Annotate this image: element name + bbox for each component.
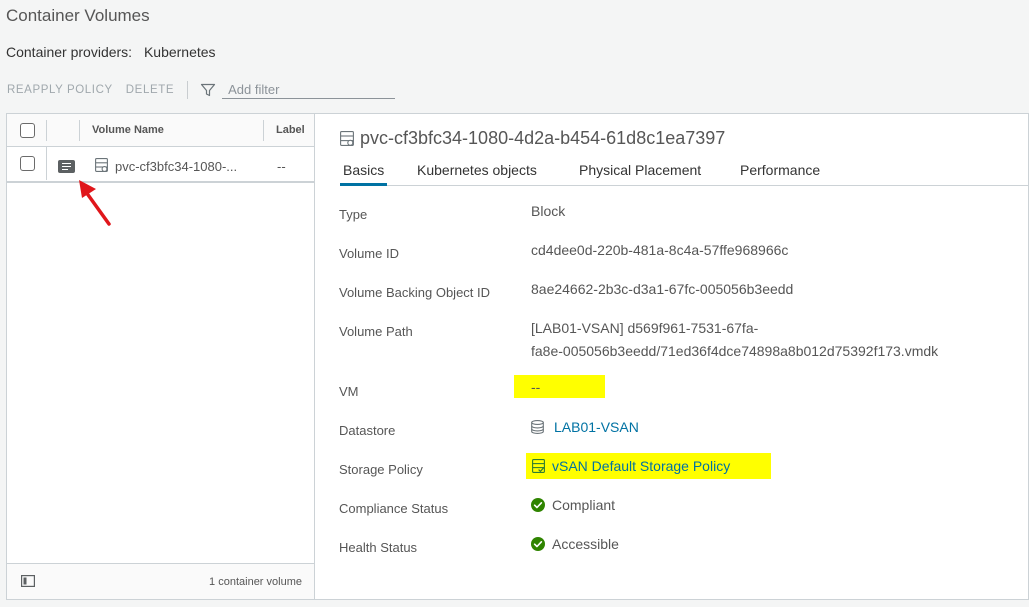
filter-input[interactable] [222, 81, 396, 99]
check-circle-icon [531, 498, 545, 512]
tab-basics[interactable]: Basics [340, 162, 388, 186]
providers-label: Container providers: [6, 44, 133, 60]
row-checkbox[interactable] [20, 156, 35, 171]
datastore-link[interactable]: LAB01-VSAN [554, 419, 639, 435]
type-label: Type [339, 207, 368, 222]
volume-id-value: cd4dee0d-220b-481a-8c4a-57ffe968966c [531, 242, 789, 258]
grid-footer: 1 container volume [7, 563, 314, 599]
volume-path-label: Volume Path [339, 324, 413, 339]
storage-policy-label: Storage Policy [339, 462, 423, 477]
volume-icon [95, 158, 108, 172]
compliance-status-text: Compliant [552, 497, 616, 513]
volume-icon [340, 131, 354, 146]
tab-kubernetes-objects[interactable]: Kubernetes objects [414, 162, 540, 186]
column-divider[interactable] [263, 120, 264, 141]
vm-highlight [514, 375, 605, 398]
health-status-value: Accessible [531, 536, 619, 552]
datastore-label: Datastore [339, 423, 396, 438]
volume-count: 1 container volume [209, 576, 302, 588]
column-toggle-icon[interactable] [21, 575, 35, 587]
volume-path-line: [LAB01-VSAN] d569f961-7531-67fa- [531, 320, 759, 336]
column-divider [46, 120, 47, 141]
compliance-status-value: Compliant [531, 497, 615, 513]
volume-path-line: fa8e-005056b3eedd/71ed36f4dce74898a8b012… [531, 343, 939, 359]
label-cell: -- [277, 159, 286, 174]
volume-name-cell[interactable]: pvc-cf3bfc34-1080-... [115, 159, 237, 174]
tab-physical-placement[interactable]: Physical Placement [576, 162, 704, 186]
filter-icon[interactable] [200, 82, 216, 98]
row-detail-icon[interactable] [58, 160, 75, 173]
column-header-volume-name[interactable]: Volume Name [92, 124, 164, 136]
table-row[interactable]: pvc-cf3bfc34-1080-... -- [7, 147, 314, 183]
volume-detail-panel: pvc-cf3bfc34-1080-4d2a-b454-61d8c1ea7397… [315, 113, 1029, 600]
datastore-icon [531, 420, 544, 434]
delete-button[interactable]: DELETE [126, 84, 174, 96]
backing-object-id-label: Volume Backing Object ID [339, 285, 491, 300]
volume-path-value: [LAB01-VSAN] d569f961-7531-67fa- fa8e-00… [531, 317, 938, 363]
vm-value: -- [531, 379, 541, 395]
toolbar-divider [187, 81, 189, 99]
column-divider [46, 147, 47, 180]
storage-policy-value[interactable]: vSAN Default Storage Policy [532, 458, 730, 474]
check-circle-icon [531, 537, 545, 551]
datastore-value[interactable]: LAB01-VSAN [531, 419, 639, 435]
vm-label: VM [339, 384, 359, 399]
tab-performance[interactable]: Performance [737, 162, 823, 186]
grid-header: Volume Name Label [7, 114, 314, 147]
page-title: Container Volumes [6, 6, 150, 25]
annotation-arrow-icon [79, 180, 111, 226]
select-all-checkbox[interactable] [20, 123, 35, 138]
volumes-grid: Volume Name Label pvc-cf3bfc34-1080-... … [6, 113, 315, 600]
providers-value[interactable]: Kubernetes [144, 44, 216, 60]
storage-policy-icon [532, 459, 545, 473]
compliance-status-label: Compliance Status [339, 501, 449, 516]
detail-tabs: Basics Kubernetes objects Physical Place… [340, 161, 1028, 186]
storage-policy-link[interactable]: vSAN Default Storage Policy [552, 458, 730, 474]
health-status-label: Health Status [339, 540, 418, 555]
backing-object-id-value: 8ae24662-2b3c-d3a1-67fc-005056b3eedd [531, 281, 794, 297]
type-value: Block [531, 203, 566, 219]
detail-title: pvc-cf3bfc34-1080-4d2a-b454-61d8c1ea7397 [360, 128, 726, 148]
volume-id-label: Volume ID [339, 246, 399, 261]
column-header-label[interactable]: Label [276, 124, 305, 136]
container-providers: Container providers: Kubernetes [6, 44, 216, 60]
toolbar: REAPPLY POLICY DELETE [7, 80, 396, 100]
reapply-policy-button[interactable]: REAPPLY POLICY [7, 84, 113, 96]
column-divider [79, 120, 80, 141]
health-status-text: Accessible [552, 536, 619, 552]
